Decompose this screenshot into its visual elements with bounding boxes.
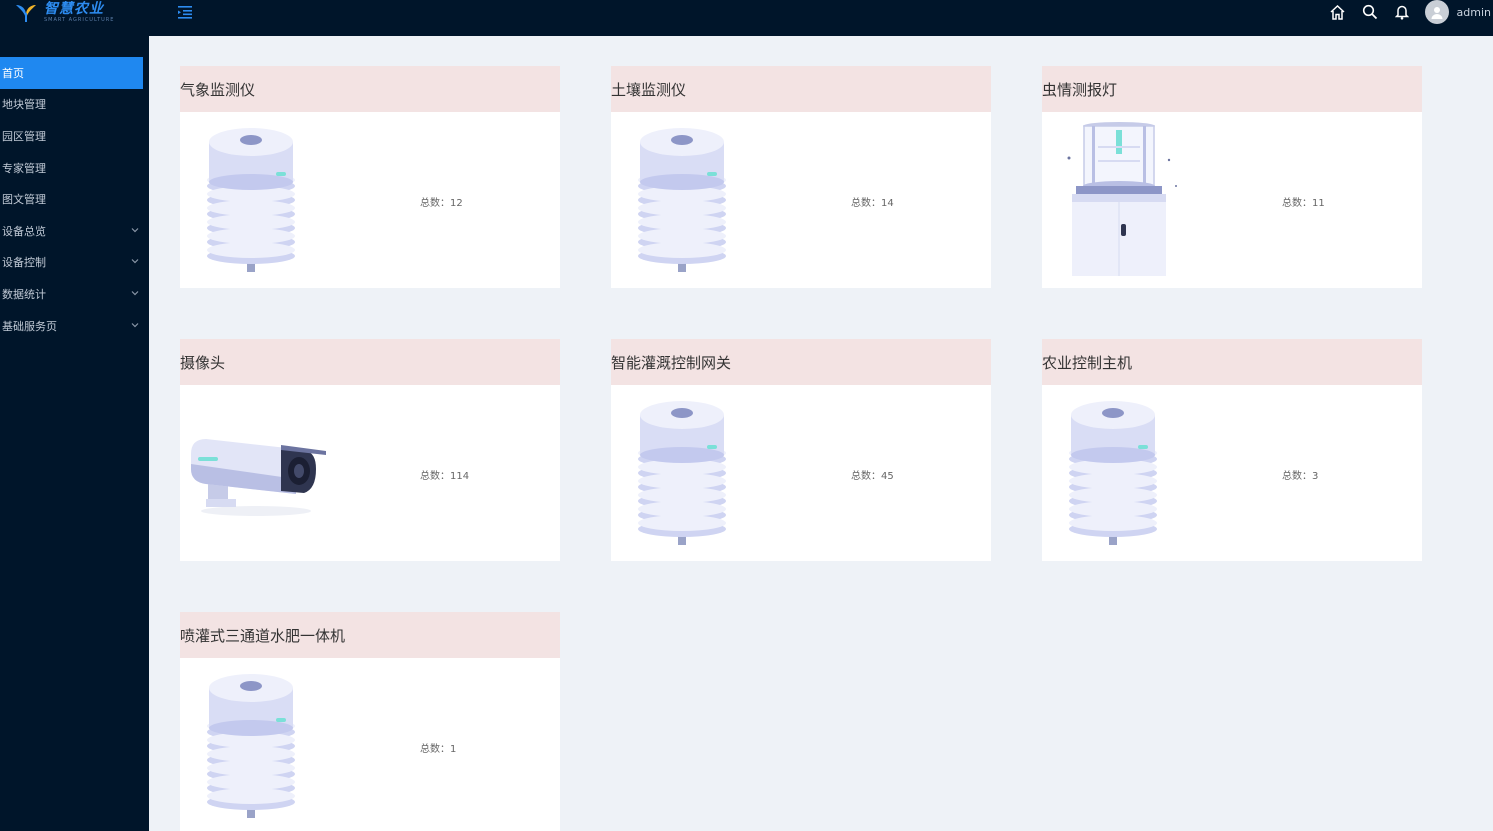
device-count-value: 12 <box>450 198 463 209</box>
weather-sensor-image <box>206 120 301 284</box>
sidebar-item-park-management[interactable]: 园区管理 <box>0 120 149 152</box>
sidebar-item-plot-management[interactable]: 地块管理 <box>0 89 149 121</box>
sidebar-item-label: 图文管理 <box>2 193 46 207</box>
top-bar: 智慧农业 SMART AGRICULTURE admin <box>0 0 1493 36</box>
menu-fold-icon[interactable] <box>177 4 193 20</box>
search-icon[interactable] <box>1361 3 1379 21</box>
device-count-label: 总数： <box>1282 471 1312 482</box>
sidebar-item-expert-management[interactable]: 专家管理 <box>0 152 149 184</box>
weather-sensor-image <box>637 393 732 557</box>
device-count-value: 1 <box>450 744 457 755</box>
device-card-body: 总数：114 <box>180 385 560 561</box>
sidebar-item-label: 园区管理 <box>2 129 46 143</box>
sidebar-item-device-control[interactable]: 设备控制 <box>0 247 149 279</box>
device-count-label: 总数： <box>1282 198 1312 209</box>
chevron-down-icon <box>131 322 139 327</box>
device-card-title: 土壤监测仪 <box>611 66 991 112</box>
device-card-title: 农业控制主机 <box>1042 339 1422 385</box>
device-count-value: 14 <box>881 198 894 209</box>
security-camera-image <box>186 419 331 523</box>
device-count: 总数：1 <box>420 740 456 755</box>
sidebar-item-label: 设备总览 <box>2 224 46 238</box>
device-card-title: 气象监测仪 <box>180 66 560 112</box>
weather-sensor-image <box>206 666 301 830</box>
device-card-body: 总数：3 <box>1042 385 1422 561</box>
device-count-label: 总数： <box>851 198 881 209</box>
sidebar-item-basic-services[interactable]: 基础服务页 <box>0 310 149 342</box>
device-card-body: 总数：1 <box>180 658 560 831</box>
device-card-body: 总数：45 <box>611 385 991 561</box>
leaf-logo-icon <box>16 5 36 22</box>
logo-subtitle: SMART AGRICULTURE <box>44 16 115 23</box>
device-count: 总数：11 <box>1282 194 1325 209</box>
weather-sensor-image <box>637 120 732 284</box>
device-count: 总数：45 <box>851 467 894 482</box>
device-count-label: 总数： <box>851 471 881 482</box>
device-card[interactable]: 土壤监测仪 总数：14 <box>611 66 991 288</box>
device-card[interactable]: 虫情测报灯 总数：11 <box>1042 66 1422 288</box>
sidebar-item-device-overview[interactable]: 设备总览 <box>0 215 149 247</box>
chevron-down-icon <box>131 291 139 296</box>
device-count-label: 总数： <box>420 471 450 482</box>
sidebar-menu: 首页地块管理园区管理专家管理图文管理设备总览设备控制数据统计基础服务页 <box>0 36 149 341</box>
device-count: 总数：14 <box>851 194 894 209</box>
insect-trap-lamp-image <box>1064 120 1179 284</box>
device-card[interactable]: 智能灌溉控制网关 总数：45 <box>611 339 991 561</box>
weather-sensor-image <box>1068 393 1163 557</box>
device-count: 总数：12 <box>420 194 463 209</box>
sidebar-item-label: 数据统计 <box>2 287 46 301</box>
device-count-value: 45 <box>881 471 894 482</box>
logo-title: 智慧农业 <box>44 0 104 17</box>
device-count-label: 总数： <box>420 744 450 755</box>
device-card[interactable]: 喷灌式三通道水肥一体机 总数：1 <box>180 612 560 831</box>
device-count-value: 114 <box>450 471 470 482</box>
home-icon[interactable] <box>1329 3 1347 21</box>
device-card[interactable]: 摄像头 总数：114 <box>180 339 560 561</box>
device-count-value: 3 <box>1312 471 1319 482</box>
device-card-title: 摄像头 <box>180 339 560 385</box>
sidebar-item-label: 地块管理 <box>2 98 46 112</box>
chevron-down-icon <box>131 259 139 264</box>
device-card[interactable]: 气象监测仪 总数：12 <box>180 66 560 288</box>
header-actions: admin <box>1329 0 1493 24</box>
device-card-body: 总数：14 <box>611 112 991 288</box>
main-content: 气象监测仪 总数：12土壤监测仪 总数：14虫情测报灯 总数：11摄像头 <box>149 36 1493 831</box>
sidebar-item-label: 基础服务页 <box>2 319 57 333</box>
device-card-title: 虫情测报灯 <box>1042 66 1422 112</box>
logo[interactable]: 智慧农业 SMART AGRICULTURE <box>14 0 114 24</box>
user-avatar-icon[interactable] <box>1424 0 1449 24</box>
sidebar-item-label: 专家管理 <box>2 161 46 175</box>
username[interactable]: admin <box>1457 6 1491 19</box>
sidebar-item-label: 首页 <box>2 66 24 80</box>
device-count-label: 总数： <box>420 198 450 209</box>
device-count-value: 11 <box>1312 198 1325 209</box>
bell-icon[interactable] <box>1393 3 1411 21</box>
sidebar-item-home[interactable]: 首页 <box>0 57 143 89</box>
sidebar: 首页地块管理园区管理专家管理图文管理设备总览设备控制数据统计基础服务页 <box>0 36 149 831</box>
device-count: 总数：114 <box>420 467 469 482</box>
sidebar-item-label: 设备控制 <box>2 256 46 270</box>
device-card[interactable]: 农业控制主机 总数：3 <box>1042 339 1422 561</box>
device-card-title: 智能灌溉控制网关 <box>611 339 991 385</box>
device-count: 总数：3 <box>1282 467 1318 482</box>
device-card-body: 总数：12 <box>180 112 560 288</box>
sidebar-item-data-statistics[interactable]: 数据统计 <box>0 278 149 310</box>
device-card-body: 总数：11 <box>1042 112 1422 288</box>
sidebar-item-media-management[interactable]: 图文管理 <box>0 183 149 215</box>
device-card-title: 喷灌式三通道水肥一体机 <box>180 612 560 658</box>
chevron-down-icon <box>131 227 139 233</box>
